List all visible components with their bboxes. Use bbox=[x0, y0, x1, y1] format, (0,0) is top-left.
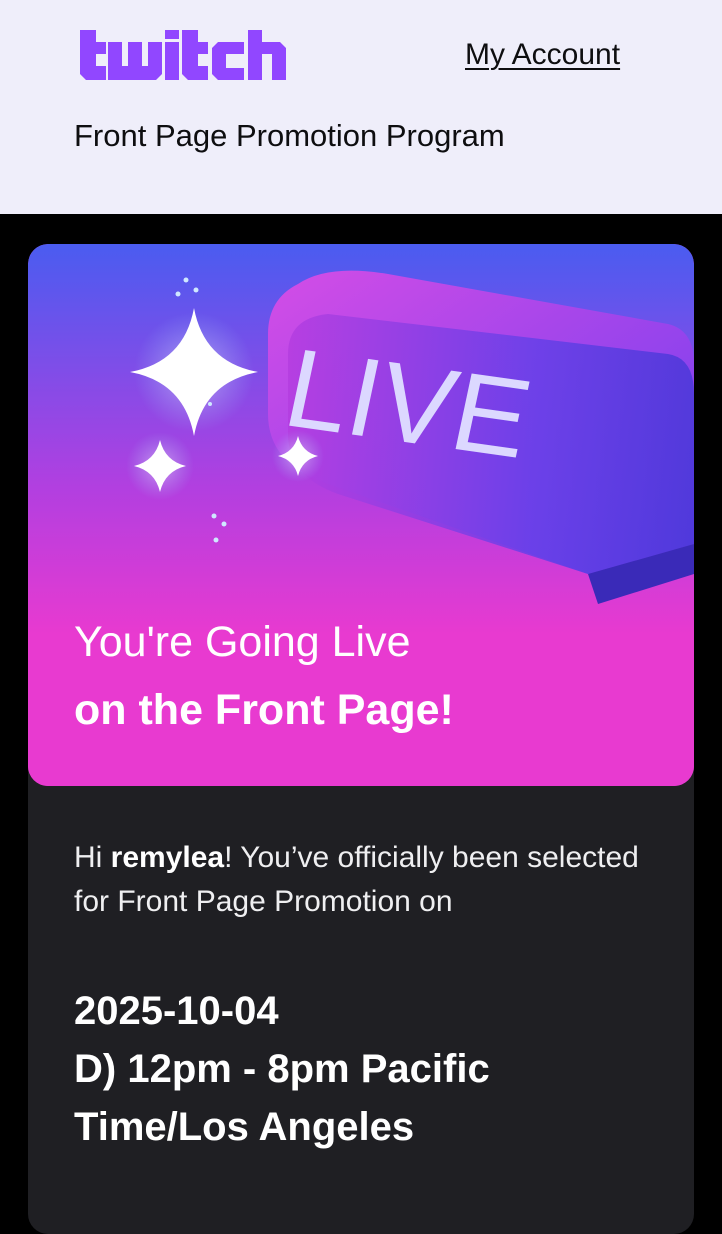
promotion-slot-line1: D) 12pm - 8pm Pacific bbox=[74, 1047, 490, 1091]
header: twitch My Account Front Page Promotion P… bbox=[0, 0, 722, 214]
program-title: Front Page Promotion Program bbox=[74, 118, 505, 153]
selection-message: Hi remylea! You’ve officially been selec… bbox=[74, 836, 654, 924]
my-account-link[interactable]: My Account bbox=[465, 38, 620, 72]
promotion-card: LIVE You're Going Live on the Front Page… bbox=[28, 244, 694, 1234]
hero-banner: LIVE You're Going Live on the Front Page… bbox=[28, 244, 694, 786]
twitch-logo[interactable]: twitch bbox=[72, 30, 294, 82]
hero-headline-line1: You're Going Live bbox=[74, 618, 411, 666]
promotion-slot-line2: Time/Los Angeles bbox=[74, 1105, 415, 1149]
hero-headline-line2: on the Front Page! bbox=[74, 686, 454, 734]
promotion-schedule: 2025-10-04 D) 12pm - 8pm Pacific Time/Lo… bbox=[74, 982, 674, 1156]
twitch-logo-icon bbox=[80, 30, 286, 80]
greeting-text: Hi bbox=[74, 841, 111, 874]
username: remylea bbox=[110, 841, 225, 874]
promotion-date: 2025-10-04 bbox=[74, 989, 279, 1033]
